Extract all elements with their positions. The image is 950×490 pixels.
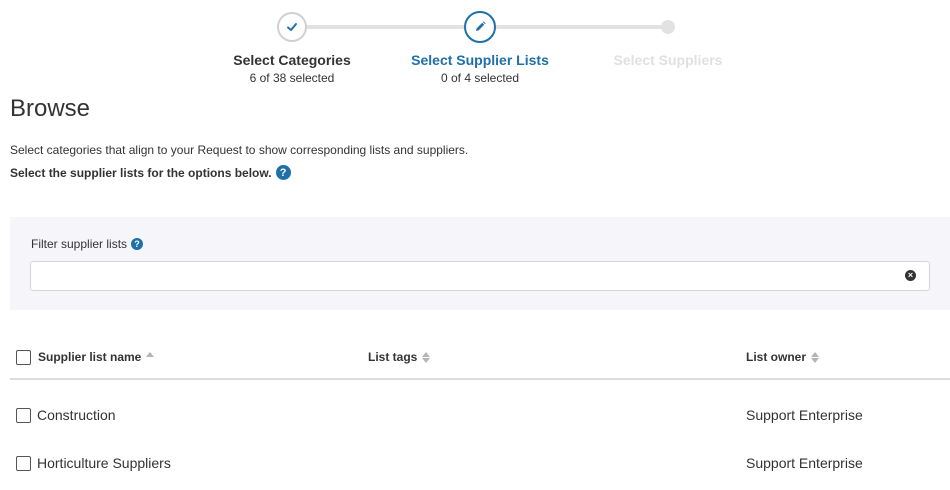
filter-label: Filter supplier lists [31, 237, 128, 251]
column-header-name-label: Supplier list name [38, 350, 142, 364]
column-header-owner[interactable]: List owner [746, 350, 820, 364]
column-header-tags[interactable]: List tags [368, 350, 431, 364]
table-header: Supplier list name List tags List owner [10, 340, 950, 380]
question-circle-icon[interactable]: ? [131, 238, 144, 250]
select-all-checkbox[interactable] [16, 350, 31, 365]
page-description: Select categories that align to your Req… [10, 143, 469, 157]
sort-icon[interactable] [146, 351, 155, 357]
list-owner: Support Enterprise [746, 407, 863, 423]
column-header-name[interactable]: Supplier list name [38, 350, 155, 364]
clear-circle-icon[interactable]: × [905, 270, 916, 281]
page: Select Categories 6 of 38 selected Selec… [0, 0, 950, 490]
row-checkbox[interactable] [16, 456, 31, 471]
filter-panel: Filter supplier lists ? × [10, 217, 950, 310]
supplier-list-name: Construction [37, 407, 116, 423]
stepper: Select Categories 6 of 38 selected Selec… [0, 0, 950, 95]
step-categories-circle[interactable] [277, 12, 307, 42]
sort-icon[interactable] [422, 351, 431, 363]
supplier-list-name: Horticulture Suppliers [37, 455, 171, 471]
table-row[interactable]: Construction Support Enterprise [10, 392, 950, 440]
step-categories-count: 6 of 38 selected [249, 71, 335, 85]
step-supplier-lists-count: 0 of 4 selected [440, 71, 520, 85]
table-row[interactable]: Horticulture Suppliers Support Enterpris… [10, 440, 950, 488]
stepper-connector [496, 25, 662, 29]
filter-supplier-lists-input[interactable] [30, 261, 930, 291]
column-header-tags-label: List tags [368, 350, 418, 364]
step-supplier-lists-circle[interactable] [464, 11, 496, 43]
page-title: Browse [10, 95, 91, 122]
sort-icon[interactable] [811, 351, 820, 363]
question-circle-icon[interactable]: ? [275, 165, 291, 180]
pencil-icon [476, 21, 486, 31]
step-categories-label[interactable]: Select Categories [202, 52, 382, 68]
stepper-connector [306, 25, 465, 29]
check-icon [287, 23, 297, 31]
column-header-owner-label: List owner [746, 350, 807, 364]
filter-label-row: Filter supplier lists ? [31, 237, 144, 251]
step-supplier-lists-label[interactable]: Select Supplier Lists [390, 52, 570, 68]
instruction-text: Select the supplier lists for the option… [10, 165, 272, 180]
instruction-row: Select the supplier lists for the option… [10, 165, 291, 180]
row-checkbox[interactable] [16, 408, 31, 423]
step-suppliers-circle [661, 20, 675, 34]
step-suppliers-label: Select Suppliers [613, 52, 723, 68]
list-owner: Support Enterprise [746, 455, 863, 471]
